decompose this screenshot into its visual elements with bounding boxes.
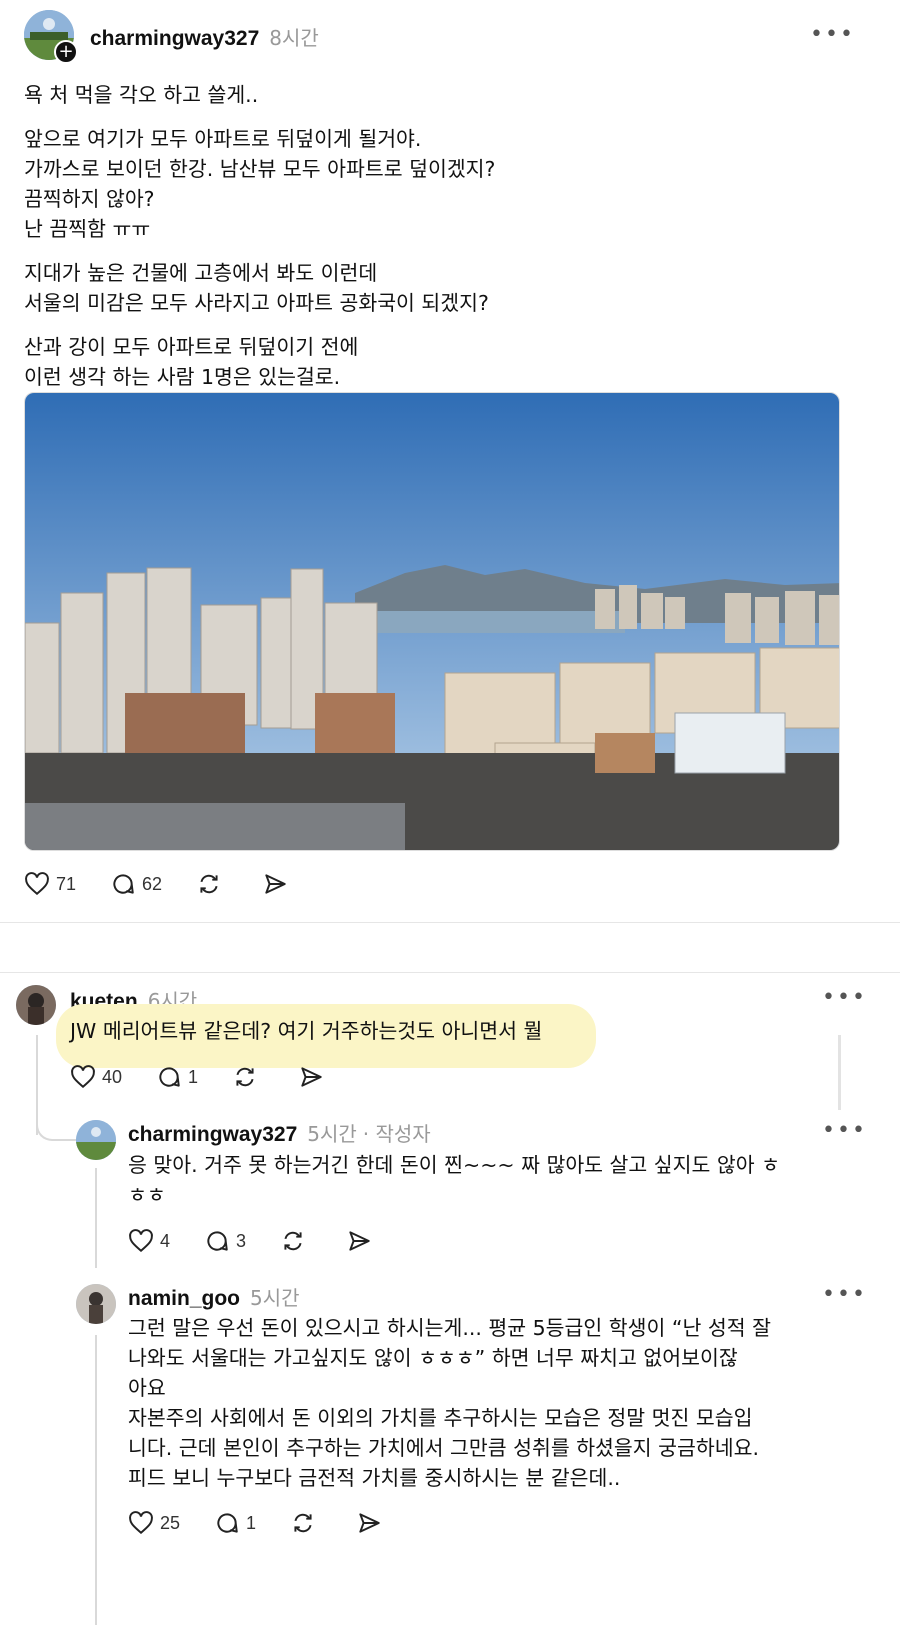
like-button[interactable]: 71: [24, 871, 76, 897]
avatar-image: [76, 1284, 116, 1324]
avatar-image: [16, 985, 56, 1025]
comment-avatar[interactable]: [76, 1120, 116, 1160]
repost-button[interactable]: [280, 1228, 312, 1254]
city-skyline-photo: [25, 393, 839, 850]
thread-curve: [36, 1115, 76, 1141]
comment-text: 응 맞아. 거주 못 하는거긴 한데 돈이 찐~~~ 짜 많아도 살고 싶지도 …: [128, 1153, 780, 1207]
post-paragraph: 욕 처 먹을 각오 하고 쓸게..: [24, 83, 259, 107]
post-paragraph: 지대가 높은 건물에 고층에서 봐도 이런데 서울의 미감은 모두 사라지고 아…: [24, 261, 489, 315]
heart-icon: [71, 1065, 95, 1089]
share-button[interactable]: [262, 871, 294, 897]
post-image[interactable]: [24, 392, 840, 851]
post-paragraph: 산과 강이 모두 아파트로 뒤덮이기 전에 이런 생각 하는 사람 1명은 있는…: [24, 335, 359, 389]
repost-icon: [236, 1067, 254, 1087]
like-count: 4: [160, 1230, 171, 1251]
post-body: 욕 처 먹을 각오 하고 쓸게.. 앞으로 여기가 모두 아파트로 뒤덮이게 될…: [24, 80, 864, 392]
post-username[interactable]: charmingway327: [90, 27, 259, 51]
reply-count: 62: [142, 873, 163, 894]
comment-avatar[interactable]: [76, 1284, 116, 1324]
thread-line: [95, 1335, 97, 1625]
like-button[interactable]: 25: [128, 1510, 180, 1536]
repost-button[interactable]: [196, 871, 228, 897]
comment-avatar[interactable]: [16, 985, 56, 1025]
heart-icon: [129, 1229, 153, 1253]
comment-icon: [159, 1067, 180, 1087]
follow-plus-icon[interactable]: +: [54, 40, 78, 64]
reply-button[interactable]: 62: [110, 871, 162, 897]
post-time: 8시간: [269, 26, 319, 50]
reply-count: 1: [188, 1066, 199, 1087]
share-icon: [349, 1231, 370, 1251]
like-button[interactable]: 4: [128, 1228, 170, 1254]
avatar-image: [76, 1120, 116, 1160]
reply-button[interactable]: 3: [204, 1228, 246, 1254]
comment-text: 그런 말은 우선 돈이 있으시고 하시는게... 평균 5등급인 학생이 “난 …: [128, 1316, 771, 1490]
more-icon[interactable]: •••: [822, 1282, 867, 1307]
repost-icon: [200, 874, 218, 894]
comment-icon: [207, 1231, 228, 1251]
repost-icon: [284, 1231, 302, 1251]
like-count: 25: [160, 1512, 181, 1533]
more-icon[interactable]: •••: [810, 22, 855, 47]
reply-count: 3: [236, 1230, 247, 1251]
reply-button[interactable]: 1: [156, 1064, 198, 1090]
share-icon: [359, 1513, 380, 1533]
reply-button[interactable]: 1: [214, 1510, 256, 1536]
share-button[interactable]: [356, 1510, 388, 1536]
like-count: 71: [56, 873, 77, 894]
comment-actions: 25 1: [128, 1510, 422, 1536]
author-badge: · 작성자: [362, 1122, 431, 1146]
comments-divider: [0, 972, 900, 973]
like-button[interactable]: 40: [70, 1064, 122, 1090]
comment-username[interactable]: charmingway327: [128, 1123, 297, 1147]
scroll-indicator: [838, 1035, 841, 1110]
heart-icon: [25, 872, 49, 896]
reply-count: 1: [246, 1512, 257, 1533]
comment-icon: [113, 874, 134, 894]
comment-time: 5시간: [250, 1286, 300, 1310]
post-divider: [0, 922, 900, 923]
share-icon: [265, 874, 286, 894]
comment-actions: 40 1: [70, 1064, 364, 1090]
comment-actions: 4 3: [128, 1228, 412, 1254]
comment-icon: [217, 1513, 238, 1533]
share-button[interactable]: [346, 1228, 378, 1254]
share-icon: [301, 1067, 322, 1087]
post-paragraph: 앞으로 여기가 모두 아파트로 뒤덮이게 될거야. 가까스로 보이던 한강. 남…: [24, 127, 496, 241]
more-icon[interactable]: •••: [822, 985, 867, 1010]
heart-icon: [129, 1511, 153, 1535]
more-icon[interactable]: •••: [822, 1118, 867, 1143]
repost-button[interactable]: [290, 1510, 322, 1536]
repost-button[interactable]: [232, 1064, 264, 1090]
post-actions: 71 62: [24, 871, 328, 897]
thread-line: [95, 1168, 97, 1268]
comment-time: 5시간: [307, 1122, 357, 1146]
share-button[interactable]: [298, 1064, 330, 1090]
comment-text: JW 메리어트뷰 같은데? 여기 거주하는것도 아니면서 뭘: [70, 1019, 543, 1043]
repost-icon: [294, 1513, 312, 1533]
comment-username[interactable]: namin_goo: [128, 1287, 240, 1311]
like-count: 40: [102, 1066, 123, 1087]
